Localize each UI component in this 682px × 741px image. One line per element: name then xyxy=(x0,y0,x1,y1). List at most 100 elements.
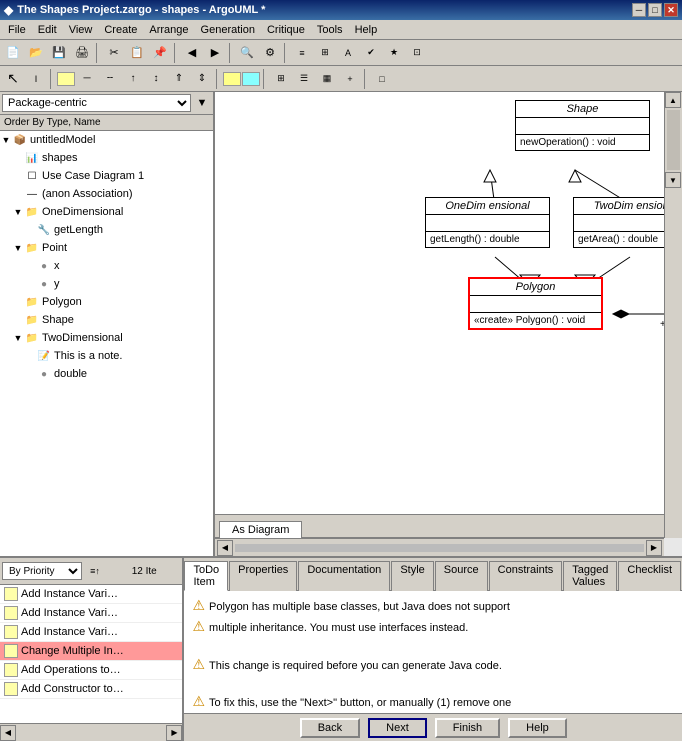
diagram-area[interactable]: 1..* +Vertices + Shape newOperation() : … xyxy=(215,92,682,556)
list-item[interactable]: Add Instance Vari… xyxy=(0,623,182,642)
tree-toggle[interactable]: ▼ xyxy=(12,243,24,253)
finish-button[interactable]: Finish xyxy=(435,718,500,738)
tree-item[interactable]: 📝This is a note. xyxy=(0,347,213,365)
menu-tools[interactable]: Tools xyxy=(311,22,349,38)
tree-item[interactable]: 📁Shape xyxy=(0,311,213,329)
diagram-tab-active[interactable]: As Diagram xyxy=(219,521,302,538)
close-button[interactable]: ✕ xyxy=(664,3,678,17)
menu-arrange[interactable]: Arrange xyxy=(143,22,194,38)
tree-item[interactable]: ▼📁TwoDimensional xyxy=(0,329,213,347)
tree-item[interactable]: ●double xyxy=(0,365,213,383)
bl-scroll-left[interactable]: ◀ xyxy=(0,725,16,741)
toolbar-b1[interactable]: ≡ xyxy=(291,42,313,64)
tool-select[interactable]: ↖ xyxy=(2,68,24,90)
tool-rect[interactable]: □ xyxy=(371,68,393,90)
list-item[interactable]: Add Instance Vari… xyxy=(0,604,182,623)
tool-arrow-up[interactable]: ↑ xyxy=(122,68,144,90)
tree-item[interactable]: ▼📁OneDimensional xyxy=(0,203,213,221)
toolbar-print[interactable]: 🖨 xyxy=(71,42,93,64)
menu-edit[interactable]: Edit xyxy=(32,22,63,38)
uml-shape-class[interactable]: Shape newOperation() : void xyxy=(515,100,650,151)
uml-polygon-class[interactable]: Polygon «create» Polygon() : void xyxy=(468,277,603,330)
diagram-canvas[interactable]: 1..* +Vertices + Shape newOperation() : … xyxy=(215,92,664,538)
tab-properties[interactable]: Properties xyxy=(229,561,297,591)
tool-line[interactable]: ─ xyxy=(76,68,98,90)
list-item[interactable]: Add Constructor to… xyxy=(0,680,182,699)
diagram-scrollbar-h[interactable]: ◀ ▶ xyxy=(215,538,664,556)
toolbar-b6[interactable]: ⊡ xyxy=(406,42,428,64)
tree-toggle[interactable]: ▼ xyxy=(12,207,24,217)
toolbar-settings[interactable]: ⚙ xyxy=(259,42,281,64)
tree-toggle[interactable]: ▼ xyxy=(0,135,12,145)
menu-help[interactable]: Help xyxy=(349,22,384,38)
scroll-down-arrow[interactable]: ▼ xyxy=(665,172,681,188)
tab-style[interactable]: Style xyxy=(391,561,433,591)
toolbar-save[interactable]: 💾 xyxy=(48,42,70,64)
tree-item[interactable]: 📁Polygon xyxy=(0,293,213,311)
bl-scroll-right[interactable]: ▶ xyxy=(166,725,182,741)
toolbar-b4[interactable]: ✔ xyxy=(360,42,382,64)
tool-yellow-box[interactable] xyxy=(57,72,75,86)
maximize-button[interactable]: □ xyxy=(648,3,662,17)
tree-item[interactable]: 🔧getLength xyxy=(0,221,213,239)
toolbar-open[interactable]: 📂 xyxy=(25,42,47,64)
menu-view[interactable]: View xyxy=(63,22,99,38)
scroll-left-arrow[interactable]: ◀ xyxy=(217,540,233,556)
scroll-right-arrow[interactable]: ▶ xyxy=(646,540,662,556)
toolbar-copy[interactable]: 📋 xyxy=(126,42,148,64)
help-button[interactable]: Help xyxy=(508,718,567,738)
toolbar-back[interactable]: ◀ xyxy=(181,42,203,64)
list-item[interactable]: Change Multiple In… xyxy=(0,642,182,661)
uml-onedim-class[interactable]: OneDim ensional getLength() : double xyxy=(425,197,550,248)
tree-item[interactable]: ●y xyxy=(0,275,213,293)
tree-item[interactable]: 📊shapes xyxy=(0,149,213,167)
tree-item[interactable]: —(anon Association) xyxy=(0,185,213,203)
sort-btn[interactable]: ≡↑ xyxy=(84,560,106,582)
tool-arrow3[interactable]: ⇑ xyxy=(168,68,190,90)
menu-generation[interactable]: Generation xyxy=(195,22,261,38)
tree-toggle[interactable]: ▼ xyxy=(12,333,24,343)
tree-item[interactable]: ▼📁Point xyxy=(0,239,213,257)
tree-item[interactable]: ☐Use Case Diagram 1 xyxy=(0,167,213,185)
minimize-button[interactable]: ─ xyxy=(632,3,646,17)
toolbar-b3[interactable]: A xyxy=(337,42,359,64)
tool-cursor[interactable]: I xyxy=(25,68,47,90)
tab-documentation[interactable]: Documentation xyxy=(298,561,390,591)
tab-source[interactable]: Source xyxy=(435,561,488,591)
toolbar-new[interactable]: 📄 xyxy=(2,42,24,64)
tool-color2[interactable] xyxy=(242,72,260,86)
tool-list[interactable]: ☰ xyxy=(293,68,315,90)
toolbar-b5[interactable]: ★ xyxy=(383,42,405,64)
menu-file[interactable]: File xyxy=(2,22,32,38)
tool-arrow-down[interactable]: ↕ xyxy=(145,68,167,90)
tab-checklist[interactable]: Checklist xyxy=(618,561,681,591)
panel-config-btn[interactable]: ▼ xyxy=(193,94,211,112)
uml-twodim-class[interactable]: TwoDim ensional getArea() : double xyxy=(573,197,664,248)
tab-tagged-values[interactable]: Tagged Values xyxy=(563,561,617,591)
toolbar-forward[interactable]: ▶ xyxy=(204,42,226,64)
priority-dropdown[interactable]: By Priority xyxy=(2,562,82,580)
menu-critique[interactable]: Critique xyxy=(261,22,311,38)
tool-dashed[interactable]: ╌ xyxy=(99,68,121,90)
toolbar-paste[interactable]: 📌 xyxy=(149,42,171,64)
scroll-up-arrow[interactable]: ▲ xyxy=(665,92,681,108)
list-item[interactable]: Add Operations to… xyxy=(0,661,182,680)
toolbar-find[interactable]: 🔍 xyxy=(236,42,258,64)
tool-arrow4[interactable]: ⇕ xyxy=(191,68,213,90)
tab-todo-item[interactable]: ToDo Item xyxy=(184,561,228,591)
diagram-scrollbar-v[interactable]: ▲ ▼ xyxy=(664,92,682,538)
tree-item[interactable]: ▼📦untitledModel xyxy=(0,131,213,149)
bottom-left-scroll[interactable]: ◀ ▶ xyxy=(0,723,182,741)
tool-grid[interactable]: ⊞ xyxy=(270,68,292,90)
back-button[interactable]: Back xyxy=(300,718,360,738)
bottom-list[interactable]: Add Instance Vari…Add Instance Vari…Add … xyxy=(0,585,182,723)
tool-table[interactable]: ▦ xyxy=(316,68,338,90)
tree-area[interactable]: ▼📦untitledModel📊shapes☐Use Case Diagram … xyxy=(0,131,213,556)
list-item[interactable]: Add Instance Vari… xyxy=(0,585,182,604)
tab-constraints[interactable]: Constraints xyxy=(489,561,563,591)
tool-plus[interactable]: + xyxy=(339,68,361,90)
next-button[interactable]: Next xyxy=(368,718,427,738)
menu-create[interactable]: Create xyxy=(98,22,143,38)
tree-item[interactable]: ●x xyxy=(0,257,213,275)
toolbar-cut[interactable]: ✂ xyxy=(103,42,125,64)
